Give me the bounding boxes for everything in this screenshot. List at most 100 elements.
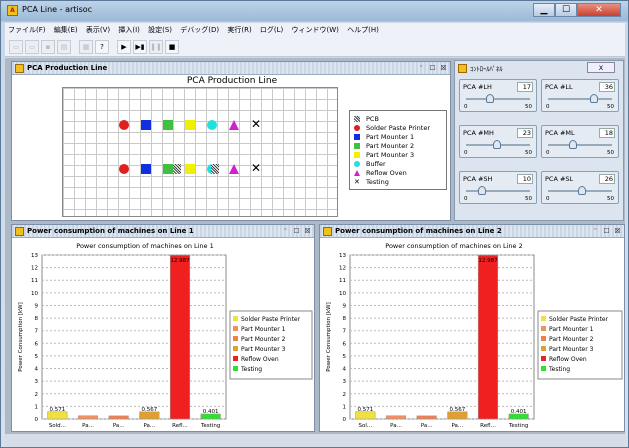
slider-knob[interactable] [578, 186, 587, 195]
slider-max-label: 50 [525, 150, 532, 156]
new-icon[interactable]: ▭ [9, 40, 23, 54]
slider-min-label: 0 [546, 150, 550, 156]
slider-value-field[interactable]: 23 [517, 128, 533, 138]
slider-label: PCA #ML [545, 129, 575, 137]
menu-run[interactable]: 実行(R) [224, 23, 254, 37]
save-icon[interactable]: ▪ [41, 40, 55, 54]
testing-line-1: ✕ [251, 117, 262, 131]
stop-icon[interactable]: ■ [165, 40, 179, 54]
chart-title: Power consumption of machines on Line 1 [76, 242, 214, 250]
close-icon[interactable]: ☒ [303, 226, 312, 236]
y-tick-label: 1 [35, 404, 39, 410]
help-button[interactable]: ? [95, 40, 109, 54]
minimize-button[interactable]: ▁ [533, 3, 555, 17]
menu-file[interactable]: ファイル(F) [5, 23, 49, 37]
part-mounter-1-line-2 [141, 164, 151, 174]
restore-icon[interactable]: ᵔ [417, 63, 426, 73]
power-line-1-window: Power consumption of machines on Line 1 … [11, 224, 315, 432]
y-tick-label: 1 [343, 404, 347, 410]
slider-track[interactable] [466, 190, 530, 192]
control-panel-header: ｺﾝﾄﾛｰﾙﾊﾟﾈﾙ X [455, 61, 623, 75]
legend-label: Buffer [366, 159, 386, 168]
part-mounter-2-line-2 [163, 164, 173, 174]
y-tick-label: 8 [343, 316, 347, 322]
slider-knob[interactable] [492, 140, 501, 149]
close-icon[interactable]: ☒ [439, 63, 448, 73]
production-chart-title: PCA Production Line [186, 76, 278, 86]
slider-track[interactable] [548, 144, 612, 146]
grid-icon[interactable]: ▦ [79, 40, 93, 54]
menu-bar: ファイル(F) 編集(E) 表示(V) 挿入(I) 設定(S) デバッグ(D) … [5, 23, 625, 37]
legend-item: PCB [354, 114, 442, 123]
menu-log[interactable]: ログ(L) [257, 23, 286, 37]
buffer-line-1 [207, 120, 217, 130]
control-panel-close-button[interactable]: X [587, 62, 615, 73]
menu-window[interactable]: ウィンドウ(W) [289, 23, 342, 37]
print-icon[interactable]: ▤ [57, 40, 71, 54]
y-tick-label: 10 [31, 291, 38, 297]
menu-view[interactable]: 表示(V) [83, 23, 113, 37]
slider-knob[interactable] [589, 94, 598, 103]
slider-knob[interactable] [568, 140, 577, 149]
slider-min-label: 0 [546, 196, 550, 202]
y-tick-label: 3 [35, 379, 39, 385]
slider-track[interactable] [466, 98, 530, 100]
legend-label: Testing [366, 177, 389, 186]
pause-icon[interactable]: ❚❚ [149, 40, 163, 54]
maximize-button[interactable]: ☐ [555, 3, 577, 17]
square-icon [354, 133, 360, 140]
legend-label: Solder Paste Printer [241, 316, 301, 323]
restore-icon[interactable]: ᵔ [281, 226, 290, 236]
x-tick-label: Refl... [480, 423, 496, 429]
menu-debug[interactable]: デバッグ(D) [177, 23, 222, 37]
bar [47, 411, 68, 420]
y-tick-label: 6 [343, 341, 347, 347]
legend-swatch [541, 356, 546, 361]
play-icon[interactable]: ▶ [117, 40, 131, 54]
menu-settings[interactable]: 設定(S) [145, 23, 175, 37]
slider-value-field[interactable]: 18 [599, 128, 615, 138]
slider-max-label: 50 [607, 196, 614, 202]
slider-max-label: 50 [607, 104, 614, 110]
bar [385, 415, 407, 420]
menu-edit[interactable]: 編集(E) [51, 23, 81, 37]
slider-value-field[interactable]: 26 [599, 174, 615, 184]
slider-value-field[interactable]: 10 [517, 174, 533, 184]
maximize-icon[interactable]: ☐ [428, 63, 437, 73]
legend-swatch [233, 336, 238, 341]
close-button[interactable]: ✕ [577, 3, 621, 17]
maximize-icon[interactable]: ☐ [292, 226, 301, 236]
slider-track[interactable] [548, 98, 612, 100]
y-axis-label: Power Consumption [kW] [18, 302, 24, 371]
legend-swatch [541, 316, 546, 321]
legend-item: Part Mounter 3 [354, 150, 442, 159]
x-tick-label: Sol... [359, 423, 373, 429]
legend-swatch [541, 346, 546, 351]
maximize-icon[interactable]: ☐ [602, 226, 611, 236]
y-tick-label: 4 [35, 367, 39, 373]
y-tick-label: 2 [35, 392, 39, 398]
menu-help[interactable]: ヘルプ(H) [344, 23, 382, 37]
data-label: 0.401 [511, 409, 527, 415]
slider-min-label: 0 [464, 104, 468, 110]
production-line-window: PCA Production Line ᵔ ☐ ☒ PCA Production… [11, 61, 451, 221]
slider-value-field[interactable]: 17 [517, 82, 533, 92]
close-icon[interactable]: ☒ [613, 226, 622, 236]
restore-icon[interactable]: ᵔ [591, 226, 600, 236]
legend-label: Testing [548, 366, 570, 373]
slider-label: PCA #LH [463, 83, 492, 91]
open-icon[interactable]: ▭ [25, 40, 39, 54]
slider-knob[interactable] [477, 186, 486, 195]
step-icon[interactable]: ▶▮ [133, 40, 147, 54]
slider-value-field[interactable]: 36 [599, 82, 615, 92]
slider-min-label: 0 [546, 104, 550, 110]
menu-insert[interactable]: 挿入(I) [115, 23, 143, 37]
slider-label: PCA #LL [545, 83, 573, 91]
slider-knob[interactable] [485, 94, 494, 103]
circle-icon [354, 160, 360, 167]
y-tick-label: 5 [35, 354, 39, 360]
slider-grid: PCA #LH 17 0 50 PCA #LL 36 0 50 PCA #MH 23 0 50 PCA … [455, 77, 623, 220]
y-tick-label: 5 [343, 354, 347, 360]
frame-icon [15, 227, 24, 236]
y-tick-label: 4 [343, 367, 347, 373]
